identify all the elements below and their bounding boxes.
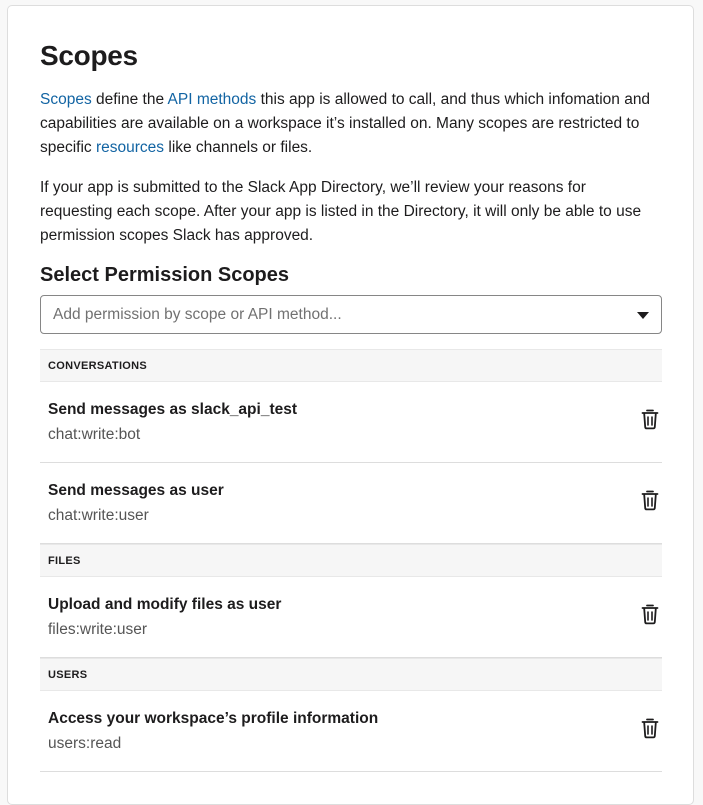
scopes-link[interactable]: Scopes bbox=[40, 91, 92, 108]
review-note: If your app is submitted to the Slack Ap… bbox=[40, 179, 642, 244]
scope-title: Upload and modify files as user bbox=[48, 596, 282, 613]
scopes-intro: Scopes define the API methods this app i… bbox=[40, 88, 662, 160]
group-header-files: FILES bbox=[40, 544, 662, 577]
intro-text-3: like channels or files. bbox=[164, 139, 313, 156]
scope-title: Access your workspace’s profile informat… bbox=[48, 710, 379, 727]
trash-icon[interactable] bbox=[640, 489, 660, 511]
trash-icon[interactable] bbox=[640, 408, 660, 430]
trash-icon[interactable] bbox=[640, 603, 660, 625]
api-methods-link[interactable]: API methods bbox=[168, 91, 257, 108]
scope-row: Send messages as slack_api_test chat:wri… bbox=[40, 382, 662, 463]
scope-list: CONVERSATIONS Send messages as slack_api… bbox=[40, 349, 662, 772]
scope-search-input[interactable] bbox=[53, 305, 629, 324]
scope-select[interactable] bbox=[40, 295, 662, 334]
scope-title: Send messages as slack_api_test bbox=[48, 401, 298, 418]
scope-row: Send messages as user chat:write:user bbox=[40, 463, 662, 544]
scope-code: files:write:user bbox=[48, 621, 148, 638]
scope-code: chat:write:user bbox=[48, 507, 149, 524]
scope-code: chat:write:bot bbox=[48, 426, 141, 443]
select-scopes-heading: Select Permission Scopes bbox=[40, 264, 290, 286]
scopes-card: Scopes Scopes define the API methods thi… bbox=[7, 5, 694, 805]
group-header-conversations: CONVERSATIONS bbox=[40, 349, 662, 382]
scope-row: Upload and modify files as user files:wr… bbox=[40, 577, 662, 658]
scope-title: Send messages as user bbox=[48, 482, 224, 499]
intro-text-1: define the bbox=[91, 91, 168, 108]
scope-code: users:read bbox=[48, 735, 122, 752]
resources-link[interactable]: resources bbox=[96, 139, 164, 156]
group-header-users: USERS bbox=[40, 658, 662, 691]
scope-row: Access your workspace’s profile informat… bbox=[40, 691, 662, 772]
caret-down-icon[interactable] bbox=[637, 312, 649, 319]
page-title: Scopes bbox=[40, 40, 138, 71]
trash-icon[interactable] bbox=[640, 717, 660, 739]
